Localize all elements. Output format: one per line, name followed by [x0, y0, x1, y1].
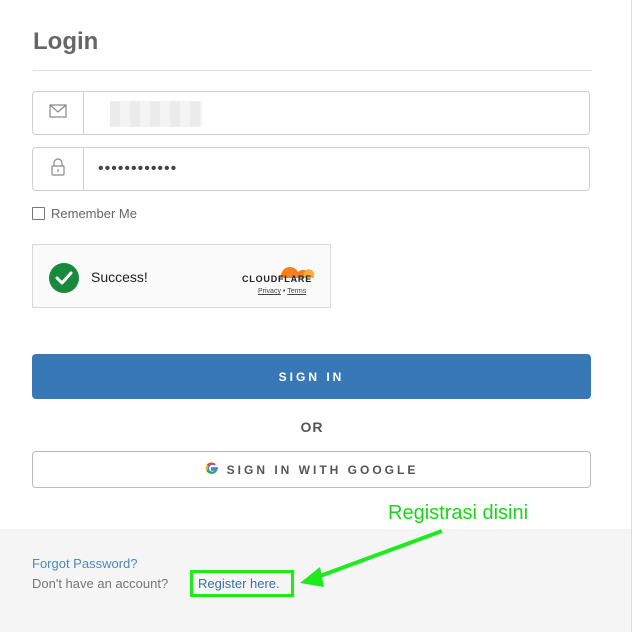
captcha-status: Success!: [91, 269, 148, 285]
envelope-icon: [49, 103, 67, 123]
google-button-label: SIGN IN WITH GOOGLE: [226, 462, 419, 477]
password-input[interactable]: [84, 148, 589, 190]
privacy-link[interactable]: Privacy: [258, 288, 281, 295]
cloudflare-captcha: Success! CLOUDFLARE Privacy • Terms: [32, 244, 331, 308]
sign-in-button[interactable]: SIGN IN: [32, 354, 591, 399]
blurred-email-value: [110, 101, 202, 127]
captcha-links: Privacy • Terms: [258, 288, 306, 295]
links-separator: •: [282, 288, 286, 295]
remember-label: Remember Me: [51, 206, 137, 221]
annotation-highlight-box: [190, 570, 294, 597]
password-field[interactable]: [32, 147, 590, 191]
google-sign-in-button[interactable]: SIGN IN WITH GOOGLE: [32, 451, 591, 488]
annotation-label: Registrasi disini: [388, 502, 529, 524]
lock-icon: [51, 157, 65, 181]
email-addon: [33, 92, 84, 134]
checkmark-icon: [49, 263, 79, 293]
remember-me[interactable]: Remember Me: [32, 206, 137, 221]
cloudflare-brand: CLOUDFLARE: [242, 274, 312, 284]
login-page: Login Rem: [0, 0, 633, 632]
annotation-arrow-icon: [300, 529, 443, 587]
google-g-icon: [205, 461, 219, 478]
page-title: Login: [33, 28, 99, 55]
password-addon: [33, 148, 84, 190]
remember-checkbox[interactable]: [32, 207, 45, 220]
title-divider: [33, 70, 592, 71]
forgot-password-link[interactable]: Forgot Password?: [32, 556, 138, 571]
right-border: [631, 0, 632, 632]
no-account-text: Don't have an account?: [32, 576, 169, 591]
terms-link[interactable]: Terms: [287, 288, 306, 295]
or-divider: OR: [300, 419, 324, 435]
